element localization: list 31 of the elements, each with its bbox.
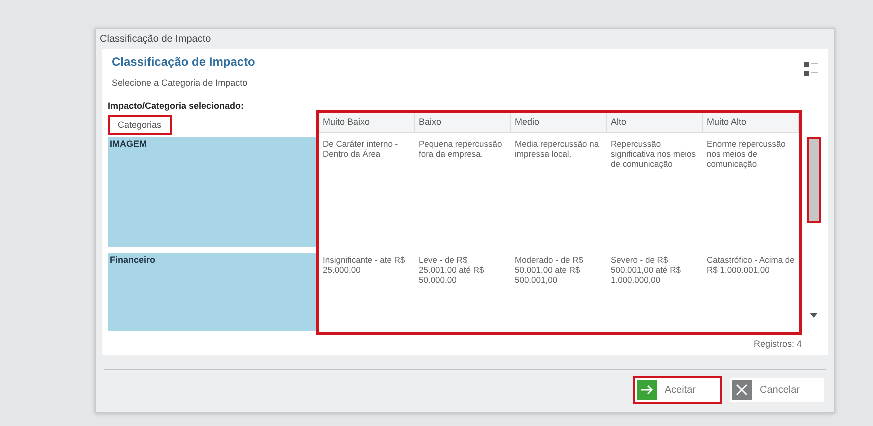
arrow-right-icon (636, 380, 657, 400)
accept-button[interactable]: Aceitar (632, 376, 722, 404)
pin-icon[interactable] (804, 61, 818, 68)
pin-icon[interactable] (804, 70, 818, 77)
column-header: Muito Alto (703, 113, 799, 133)
records-count: Registros: 4 (754, 339, 802, 349)
column-header: Muito Baixo (319, 113, 415, 133)
cancel-button[interactable]: Cancelar (728, 376, 826, 404)
table-cell-text: Severo - de R$ 500.001,00 até R$ 1.000.000,00 (610, 254, 682, 288)
scrollbar-thumb[interactable] (807, 137, 821, 223)
column-header: Baixo (415, 113, 511, 133)
table-cell-text: Leve - de R$ 25.001,00 até R$ 50.000,00 (418, 254, 486, 288)
category-cell[interactable]: IMAGEM (108, 137, 316, 247)
table-cell-text: Insignificante - ate R$ 25.000,00 (322, 254, 406, 278)
column-header: Alto (607, 113, 703, 133)
scroll-down-icon[interactable] (810, 313, 818, 319)
table-cell-text: Enorme repercussão nos meios de comunicação (706, 138, 787, 172)
window-title: Classificação de Impacto (100, 34, 212, 44)
category-cell[interactable]: Financeiro (108, 253, 316, 331)
table-cell-text: Moderado - de R$ 50.001,00 ate R$ 500.001,00 (514, 254, 585, 288)
table-cell-text: Media repercussão na impressa local. (514, 138, 600, 162)
table-cell-text: Pequena repercussão fora da empresa. (418, 138, 504, 162)
page-title: Classificação de Impacto (112, 55, 256, 69)
close-icon (732, 380, 752, 400)
page-subtitle: Selecione a Categoria de Impacto (112, 78, 249, 88)
table-cell-text: De Caráter interno - Dentro da Área (322, 138, 400, 162)
column-header: Medio (511, 113, 607, 133)
table-cell-text: Repercussão significativa nos meios de comunicação (610, 138, 698, 172)
table-cell-text: Catastrófico - Acima de R$ 1.000.001,00 (706, 254, 796, 278)
column-header: Categorias (108, 115, 172, 135)
section-label: Impacto/Categoria selecionado: (108, 101, 246, 113)
